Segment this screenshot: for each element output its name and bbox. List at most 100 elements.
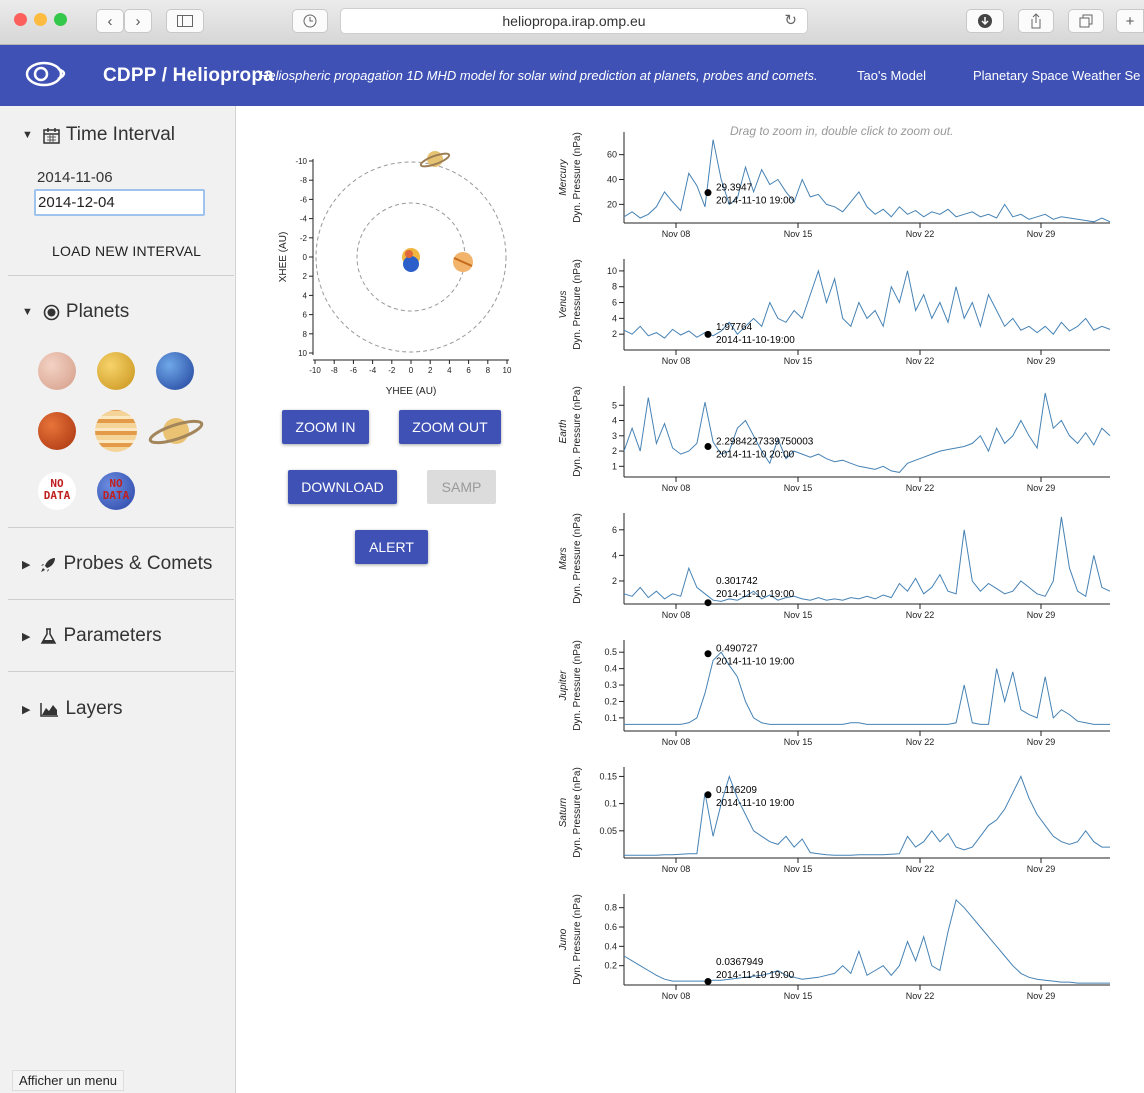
zoom-in-button[interactable]: ZOOM IN — [282, 410, 369, 444]
orbit-y-tick-label: -4 — [300, 215, 308, 224]
time-interval-title: Time Interval — [65, 124, 175, 145]
url-text: heliopropa.irap.omp.eu — [502, 13, 646, 29]
venus-icon[interactable] — [97, 352, 135, 390]
sidebar-toggle-button[interactable] — [166, 9, 204, 33]
chart-y-axis-label: Dyn. Pressure (nPa) — [572, 767, 583, 858]
neptune-icon[interactable]: NO DATA — [97, 472, 135, 510]
address-bar[interactable]: heliopropa.irap.omp.eu ↻ — [340, 8, 808, 34]
cdpp-logo — [25, 61, 66, 87]
chart-y-tick-label: 4 — [612, 313, 617, 323]
chart-y-tick-label: 0.3 — [604, 680, 617, 690]
reload-icon[interactable]: ↻ — [784, 9, 797, 33]
orbit-y-tick-label: 0 — [303, 253, 308, 262]
probes-comets-title: Probes & Comets — [63, 553, 213, 574]
rocket-icon — [41, 557, 56, 572]
chart-mars[interactable]: Mars Dyn. Pressure (nPa) 2 4 6 Nov 08 Nov 15 No… — [558, 513, 1111, 620]
chart-y-tick-label: 0.4 — [604, 941, 617, 951]
orbit-x-axis-label: YHEE (AU) — [386, 386, 437, 397]
chart-x-tick-label: Nov 29 — [1027, 991, 1056, 1001]
chart-y-tick-label: 4 — [612, 550, 617, 560]
chart-cursor-point — [704, 791, 712, 799]
chart-y-tick-label: 0.4 — [604, 664, 617, 674]
downloads-button[interactable] — [966, 9, 1004, 33]
chart-x-tick-label: Nov 08 — [662, 229, 691, 239]
chart-saturn[interactable]: Saturn Dyn. Pressure (nPa) 0.05 0.1 0.15 Nov … — [558, 767, 1110, 874]
end-date-input[interactable] — [34, 189, 205, 216]
share-icon — [1031, 13, 1041, 29]
dynamic-pressure-charts[interactable]: Mercury Dyn. Pressure (nPa) 204060Nov 08 No… — [540, 130, 1140, 1010]
start-date[interactable]: 2014-11-06 — [37, 169, 113, 186]
nav-link-taos-model[interactable]: Tao's Model — [857, 68, 926, 83]
chart-y-tick-label: 0.05 — [599, 826, 617, 836]
mercury-icon[interactable] — [38, 352, 76, 390]
minimize-window-button[interactable] — [34, 13, 47, 26]
chart-y-tick-label: 0.2 — [604, 961, 617, 971]
chart-jupiter[interactable]: Jupiter Dyn. Pressure (nPa) 0.1 0.2 0.3 0.4 0.… — [558, 640, 1110, 747]
load-new-interval-button[interactable]: LOAD NEW INTERVAL — [52, 243, 201, 259]
chevron-left-icon: ‹ — [107, 12, 113, 30]
chart-cursor-date: 2014-11-10 19:00 — [716, 196, 795, 207]
orbit-plot[interactable]: -10-8-6-4-20246810-10 -8 -6 -4 -2 0 2 4 6 8 10 XHE… — [270, 140, 530, 400]
chart-x-tick-label: Nov 29 — [1027, 229, 1056, 239]
radio-target-icon — [43, 304, 60, 320]
tabs-button[interactable] — [1068, 9, 1104, 33]
planets-title: Planets — [65, 301, 130, 322]
orbit-y-tick-label: 8 — [303, 330, 308, 339]
chevron-right-icon: › — [135, 12, 141, 30]
probes-comets-header[interactable]: ▶ Probes & Comets — [22, 553, 212, 575]
chart-series-line — [623, 898, 1110, 984]
uranus-icon[interactable]: NO DATA — [38, 472, 76, 510]
chart-cursor-value: 1:97764 — [716, 322, 753, 333]
saturn-icon[interactable] — [148, 412, 204, 450]
orbit-x-tick-label: 8 — [486, 366, 491, 375]
orbit-x-tick-label: 6 — [466, 366, 471, 375]
chart-cursor-date: 2014-11-10 19:00 — [716, 970, 795, 981]
tooltip: Afficher un menu — [12, 1070, 125, 1091]
nav-link-planetary-space-weather[interactable]: Planetary Space Weather Se — [973, 68, 1140, 83]
maximize-window-button[interactable] — [54, 13, 67, 26]
chart-y-tick-label: 2 — [612, 576, 617, 586]
new-tab-button[interactable]: + — [1116, 9, 1144, 33]
caret-down-icon: ▼ — [22, 306, 33, 318]
mars-icon[interactable] — [38, 412, 76, 450]
chart-x-tick-label: Nov 22 — [906, 483, 935, 493]
chart-y-tick-label: 4 — [612, 416, 617, 426]
orbit-y-axis-label: XHEE (AU) — [278, 232, 289, 283]
chart-y-tick-label: 5 — [612, 400, 617, 410]
chart-x-tick-label: Nov 22 — [906, 737, 935, 747]
jupiter-icon[interactable] — [95, 410, 137, 452]
chart-cursor-date: 2014-11-10 20:00 — [716, 449, 795, 460]
share-button[interactable] — [1018, 9, 1054, 33]
planets-header[interactable]: ▼ Planets — [22, 301, 129, 323]
chart-venus[interactable]: Venus Dyn. Pressure (nPa) 2 4 6 8 10 Nov 08 Nov … — [558, 259, 1111, 366]
download-button[interactable]: DOWNLOAD — [288, 470, 397, 504]
caret-right-icon: ▶ — [22, 703, 31, 716]
orbit-x-tick-label: -2 — [388, 366, 396, 375]
earth-icon[interactable] — [156, 352, 194, 390]
history-button[interactable] — [292, 9, 328, 33]
forward-button[interactable]: › — [124, 9, 152, 33]
chart-x-tick-label: Nov 29 — [1027, 356, 1056, 366]
brand-title[interactable]: CDPP / Heliopropa — [103, 65, 274, 87]
chart-juno[interactable]: Juno Dyn. Pressure (nPa) 0.2 0.4 0.6 0.8 Nov 0… — [558, 894, 1110, 1001]
chart-y-tick-label: 2 — [612, 329, 617, 339]
close-window-button[interactable] — [14, 13, 27, 26]
samp-button[interactable]: SAMP — [427, 470, 496, 504]
chart-y-axis-label: Dyn. Pressure (nPa) — [572, 513, 583, 604]
alert-button[interactable]: ALERT — [355, 530, 428, 564]
chart-earth[interactable]: Earth Dyn. Pressure (nPa) 1 2 3 4 5 Nov 08 Nov 1… — [558, 386, 1111, 493]
layers-header[interactable]: ▶ Layers — [22, 698, 123, 720]
orbit-x-tick-label: -10 — [309, 366, 321, 375]
parameters-header[interactable]: ▶ Parameters — [22, 625, 162, 647]
time-interval-header[interactable]: ▼ Time Interval — [22, 124, 175, 146]
chart-x-tick-label: Nov 15 — [784, 483, 813, 493]
zoom-out-button[interactable]: ZOOM OUT — [399, 410, 501, 444]
chart-x-tick-label: Nov 08 — [662, 864, 691, 874]
chart-y-tick-label: 0.8 — [604, 903, 617, 913]
chart-cursor-date: 2014-11-10 19:00 — [716, 657, 795, 668]
chart-y-tick-label: 20 — [607, 199, 617, 209]
chart-y-tick-label: 2 — [612, 446, 617, 456]
orbit-y-tick-label: -10 — [295, 157, 307, 166]
back-button[interactable]: ‹ — [96, 9, 124, 33]
chart-mercury[interactable]: Mercury Dyn. Pressure (nPa) 20 40 60 Nov 08 No… — [558, 132, 1111, 239]
